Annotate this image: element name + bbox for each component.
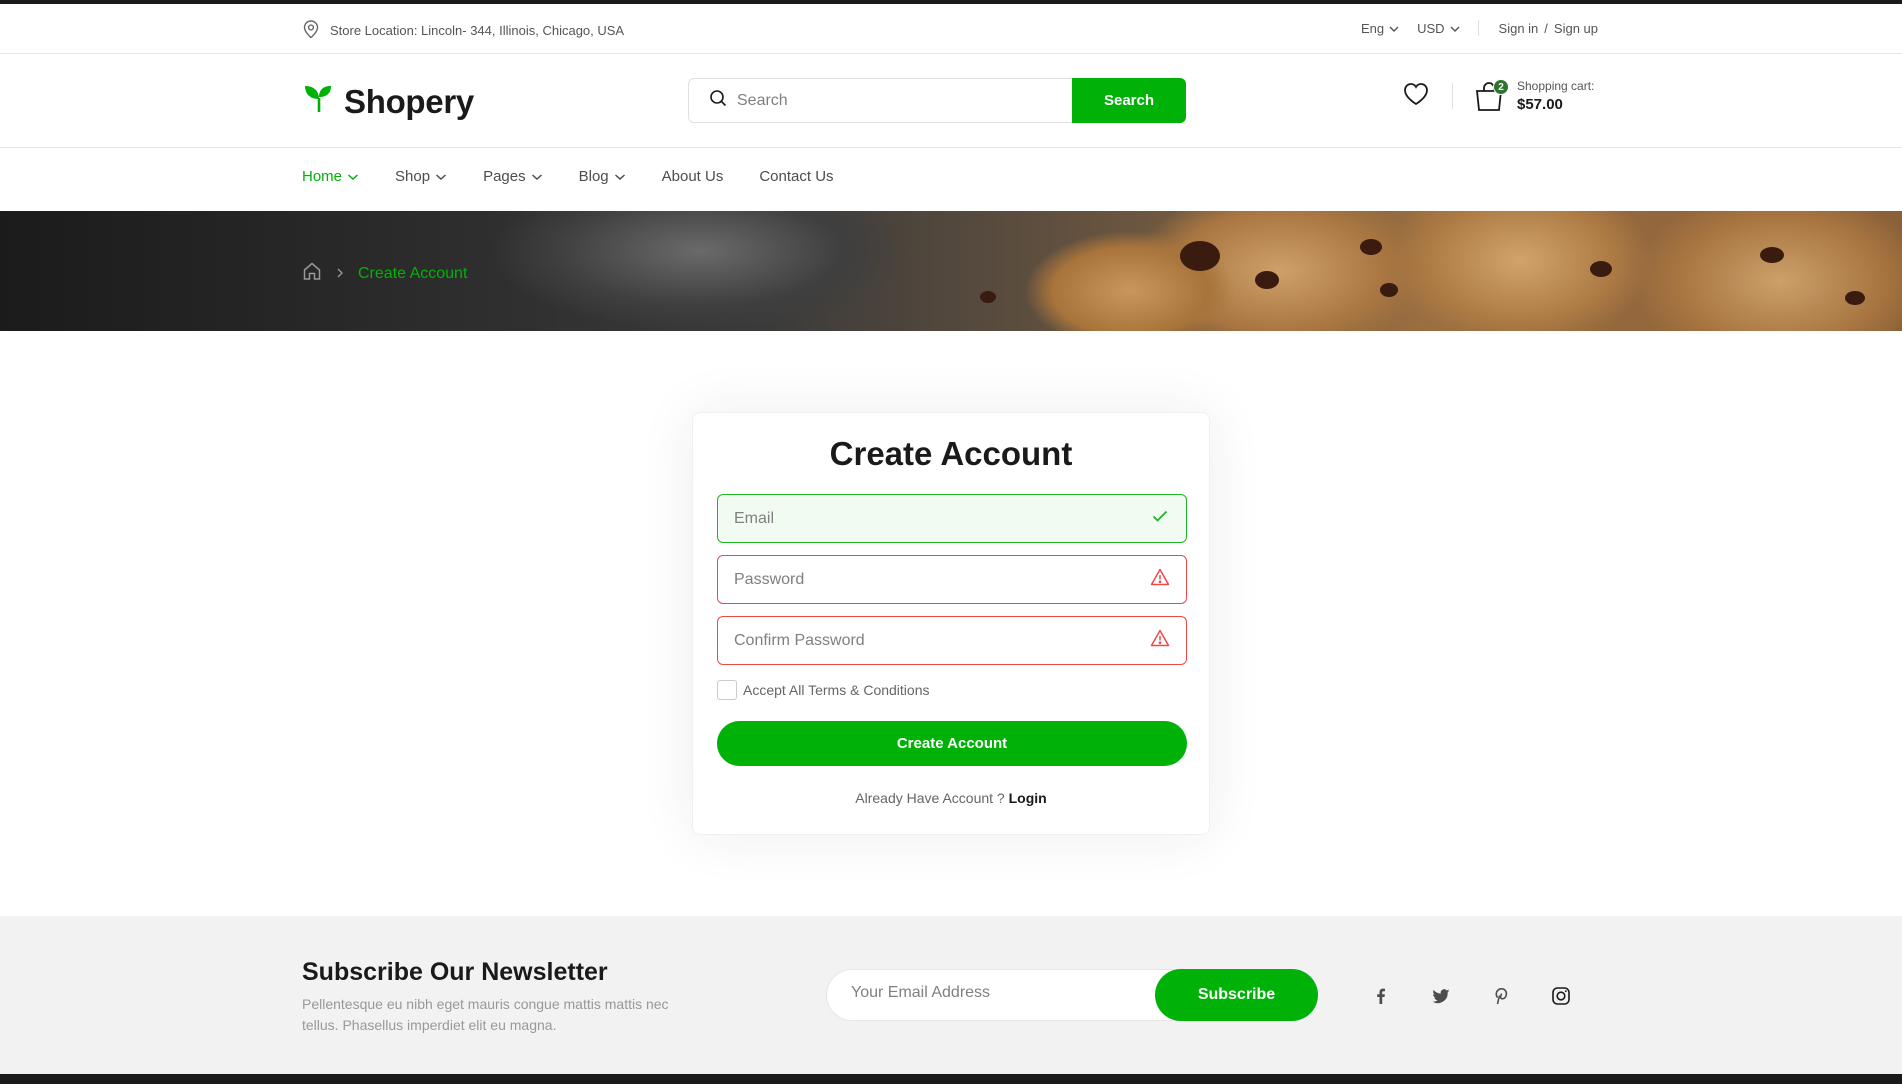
sign-up-link[interactable]: Sign up: [1554, 21, 1598, 36]
leaf-logo-icon: [302, 81, 336, 123]
confirm-password-field: [717, 616, 1187, 665]
confirm-password-input[interactable]: [734, 631, 1150, 650]
main-nav: Home Shop Pages Blog About Us Contact Us: [302, 168, 834, 185]
nav-item-label: Home: [302, 168, 343, 185]
social-links: [1364, 979, 1578, 1013]
subscribe-button[interactable]: Subscribe: [1155, 969, 1318, 1021]
cart-label: Shopping cart:: [1517, 79, 1595, 93]
nav-item-label: Shop: [395, 168, 431, 185]
nav-item-blog[interactable]: Blog: [579, 168, 626, 185]
map-pin-icon: [302, 19, 320, 42]
chevron-down-icon: [1450, 21, 1460, 36]
shopping-cart[interactable]: 2 Shopping cart: $57.00: [1473, 79, 1594, 113]
nav-item-contact-us[interactable]: Contact Us: [759, 168, 833, 185]
already-text: Already Have Account ?: [855, 790, 1005, 806]
chevron-down-icon: [1389, 21, 1399, 36]
already-have-account: Already Have Account ? Login: [693, 790, 1209, 806]
pinterest-icon[interactable]: [1484, 979, 1518, 1013]
breadcrumb-current: Create Account: [358, 264, 468, 282]
newsletter-title: Subscribe Our Newsletter: [302, 958, 608, 986]
currency-select[interactable]: USD: [1417, 20, 1460, 36]
cart-count-badge: 2: [1493, 79, 1509, 95]
language-value: Eng: [1360, 20, 1385, 36]
cart-total: $57.00: [1517, 96, 1563, 113]
warning-icon: [1150, 567, 1170, 592]
breadcrumb-banner: Create Account: [0, 211, 1902, 331]
auth-divider: /: [1544, 20, 1548, 36]
chevron-down-icon: [531, 168, 543, 185]
home-icon[interactable]: [302, 261, 322, 286]
chevron-down-icon: [614, 168, 626, 185]
check-icon: [1150, 506, 1170, 531]
heart-icon[interactable]: [1402, 81, 1430, 112]
shopping-bag-icon: [1473, 82, 1505, 117]
email-field: [717, 494, 1187, 543]
nav-item-shop[interactable]: Shop: [395, 168, 447, 185]
logo[interactable]: Shopery: [302, 81, 474, 123]
auth-links: Sign in / Sign up: [1499, 21, 1598, 36]
warning-icon: [1150, 628, 1170, 653]
terms-row: Accept All Terms & Conditions: [717, 680, 930, 700]
create-account-button[interactable]: Create Account: [717, 721, 1187, 766]
password-input[interactable]: [734, 570, 1150, 589]
newsletter-description: Pellentesque eu nibh eget mauris congue …: [302, 996, 669, 1033]
language-select[interactable]: Eng: [1361, 21, 1399, 36]
create-account-card: Create Account Accept All Terms & Condit…: [692, 412, 1210, 835]
store-location: Store Location: Lincoln- 344, Illinois, …: [302, 19, 624, 42]
search-box: [688, 78, 1072, 123]
terms-label[interactable]: Accept All Terms & Conditions: [743, 682, 930, 698]
nav-item-label: Pages: [483, 168, 526, 185]
divider: [1477, 20, 1479, 36]
terms-checkbox[interactable]: [717, 680, 737, 700]
nav-item-label: Contact Us: [759, 168, 834, 185]
search-bar: Search: [688, 78, 1186, 123]
facebook-icon[interactable]: [1364, 979, 1398, 1013]
currency-value: USD: [1417, 20, 1445, 36]
email-input[interactable]: [734, 509, 1150, 528]
store-location-text: Store Location: Lincoln- 344, Illinois, …: [330, 23, 625, 38]
login-link[interactable]: Login: [1009, 790, 1047, 806]
top-bar: Store Location: Lincoln- 344, Illinois, …: [0, 4, 1902, 54]
search-input[interactable]: [737, 91, 1072, 110]
search-icon: [709, 89, 727, 112]
nav-item-label: Blog: [578, 168, 609, 185]
nav-item-about-us[interactable]: About Us: [662, 168, 724, 185]
chevron-down-icon: [347, 168, 359, 185]
brand-name: Shopery: [344, 83, 474, 120]
password-field: [717, 555, 1187, 604]
nav-item-home[interactable]: Home: [302, 168, 359, 185]
newsletter-form: Subscribe: [826, 969, 1318, 1021]
newsletter-section: Subscribe Our Newsletter Pellentesque eu…: [0, 916, 1902, 1074]
divider: [1452, 83, 1453, 109]
form-title: Create Account: [829, 435, 1073, 472]
search-button[interactable]: Search: [1072, 78, 1186, 123]
newsletter-email-input[interactable]: [851, 984, 1151, 1002]
instagram-icon[interactable]: [1544, 979, 1578, 1013]
sign-in-link[interactable]: Sign in: [1499, 21, 1539, 36]
footer: [0, 1074, 1902, 1084]
nav-item-label: About Us: [661, 168, 724, 185]
chevron-down-icon: [435, 168, 447, 185]
chevron-right-icon: [336, 265, 344, 283]
breadcrumb: Create Account: [302, 261, 467, 286]
header: Shopery Search 2 Shopping cart: $57.00: [0, 55, 1902, 148]
twitter-icon[interactable]: [1424, 979, 1458, 1013]
nav-item-pages[interactable]: Pages: [483, 168, 543, 185]
